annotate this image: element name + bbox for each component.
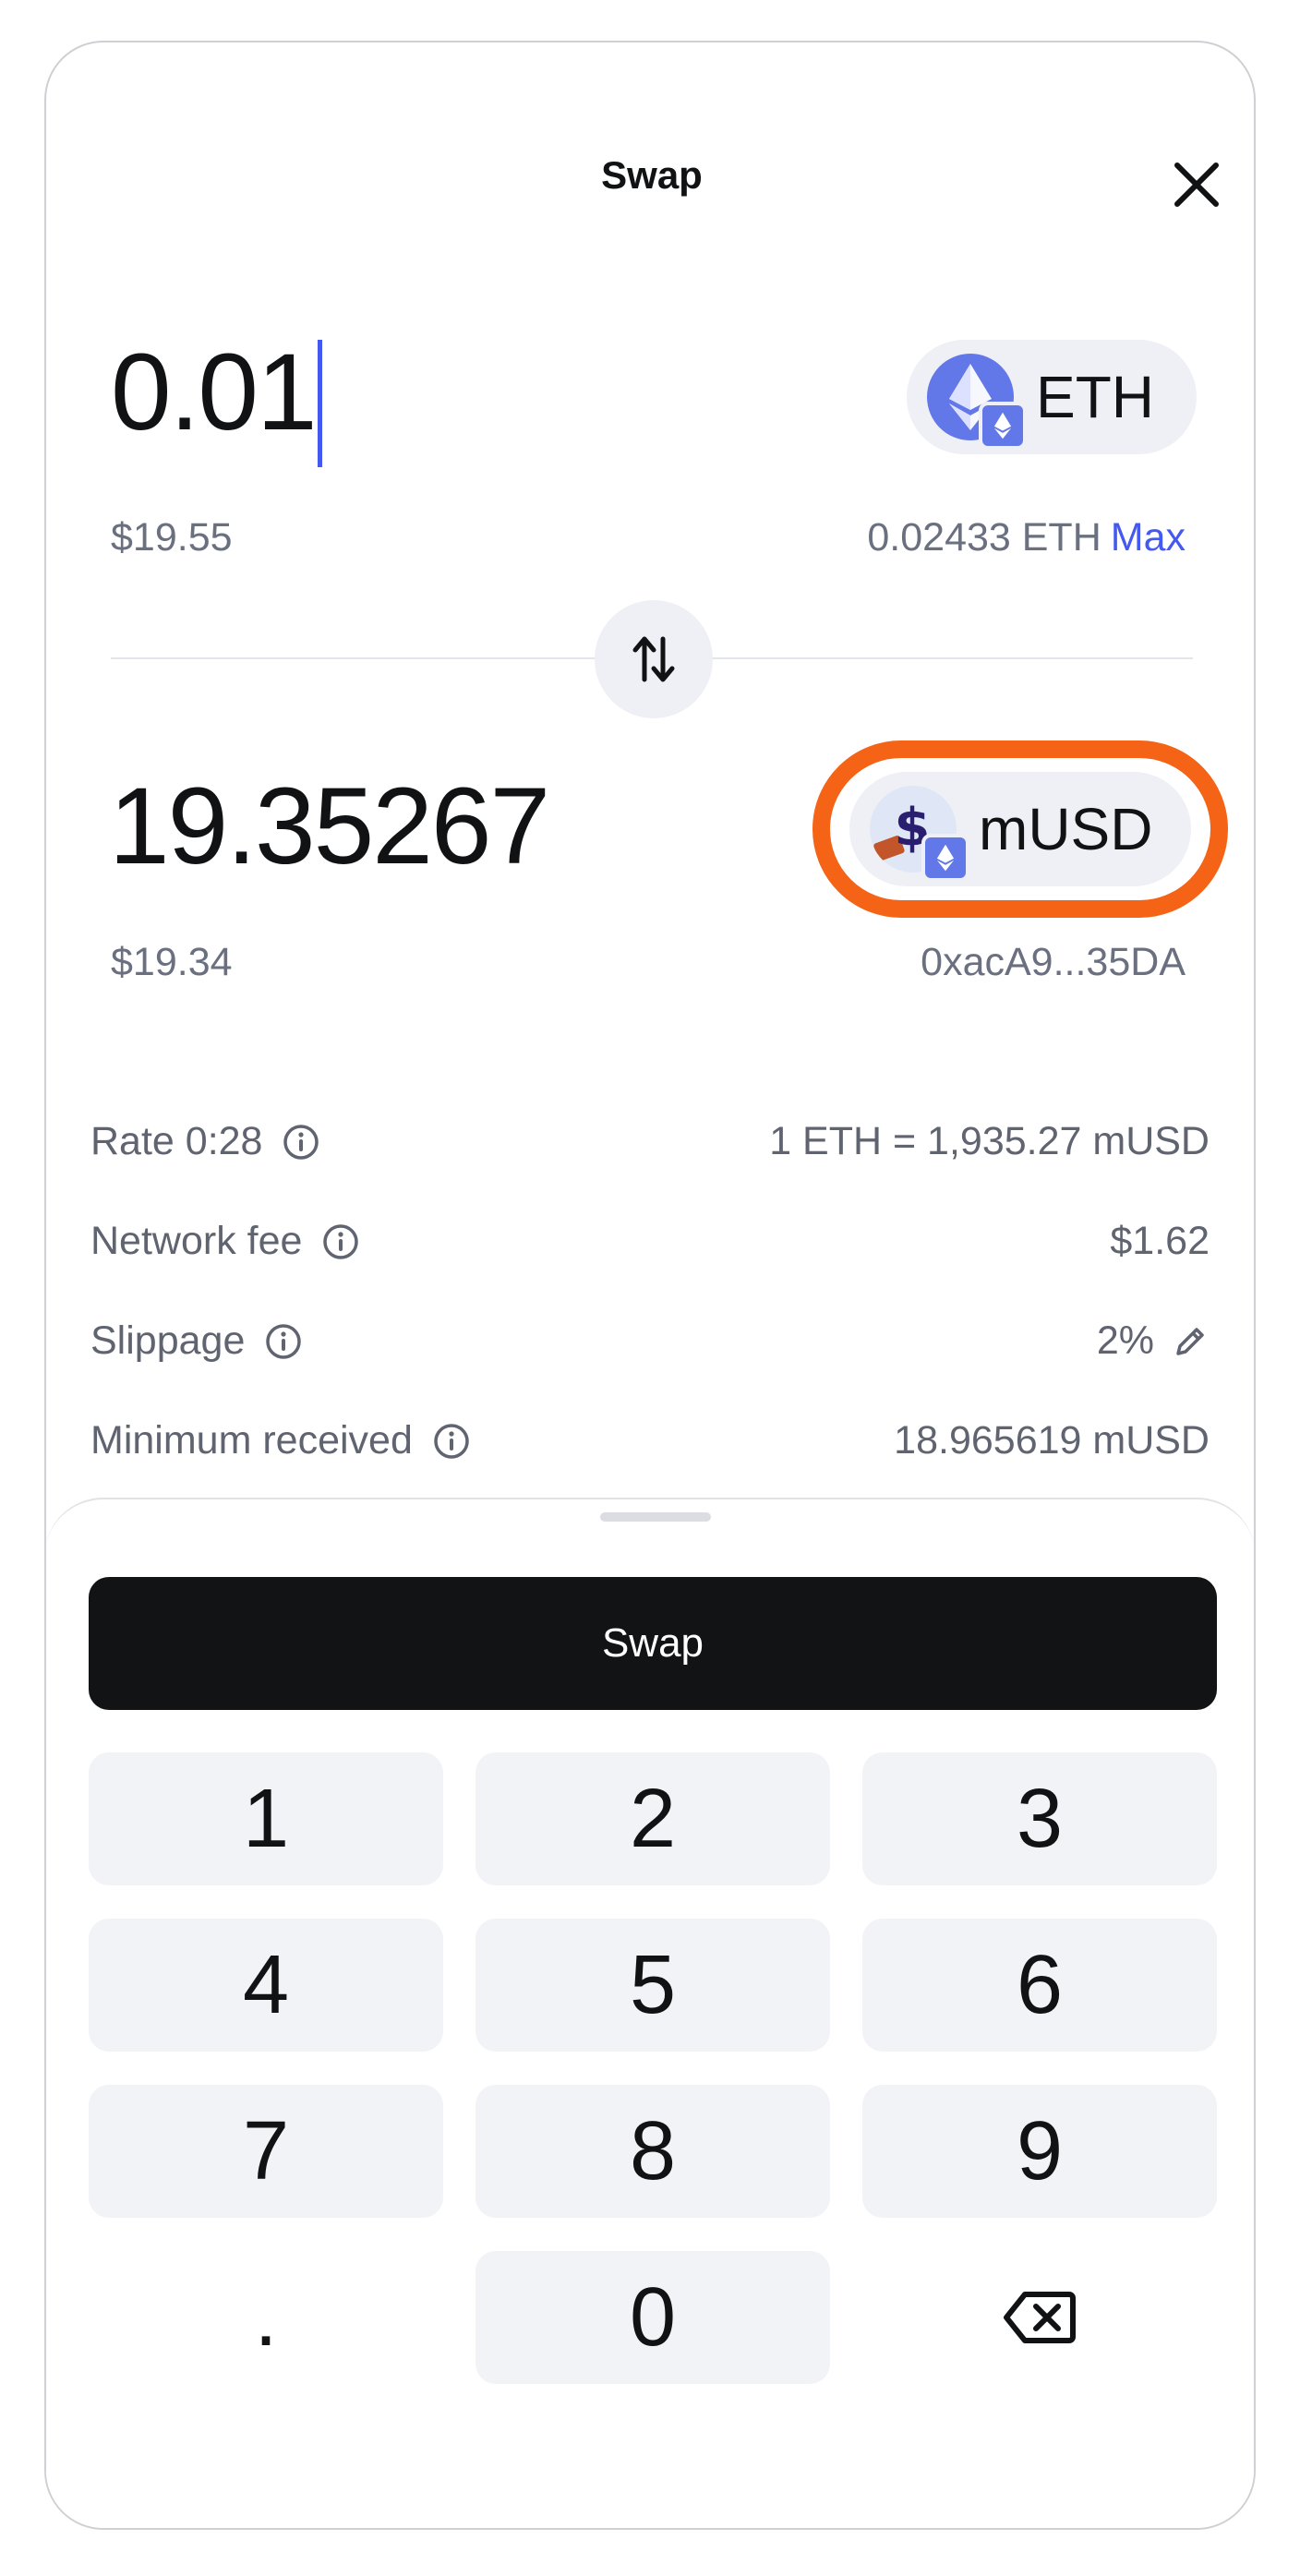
info-icon[interactable] [283,1124,319,1161]
fee-label-row: Network fee [90,1219,359,1264]
key-1[interactable]: 1 [89,1752,443,1885]
swap-button[interactable]: Swap [89,1577,1217,1710]
info-icon[interactable] [433,1423,470,1460]
to-usd-value: $19.34 [111,940,233,984]
key-3[interactable]: 3 [862,1752,1217,1885]
network-badge-icon [921,834,969,882]
swap-arrows-icon[interactable] [632,633,676,685]
key-4[interactable]: 4 [89,1919,443,2052]
backspace-key[interactable] [862,2251,1217,2384]
pencil-icon[interactable] [1171,1322,1210,1361]
rate-label: Rate 0:28 [90,1119,263,1163]
key-0[interactable]: 0 [475,2251,830,2384]
text-caret [318,340,322,467]
rate-value: 1 ETH = 1,935.27 mUSD [769,1119,1210,1163]
key-decimal[interactable]: . [89,2251,443,2384]
flip-tokens-button[interactable] [595,600,713,718]
swap-card: Swap 0.01 $19.55 0.02433 ETH Max ETH 19.… [44,41,1256,2530]
network-fee-value: $1.62 [1110,1219,1210,1263]
sheet-drag-handle[interactable] [600,1512,711,1522]
key-6[interactable]: 6 [862,1919,1217,2052]
key-8[interactable]: 8 [475,2085,830,2218]
min-received-label: Minimum received [90,1418,413,1463]
from-usd-value: $19.55 [111,515,233,560]
network-badge-icon [979,402,1027,450]
from-amount-input[interactable]: 0.01 [111,338,318,447]
to-token-symbol: mUSD [979,796,1153,862]
token-address: 0xacA9...35DA [921,940,1186,984]
slippage-value: 2% [1096,1318,1154,1363]
info-icon[interactable] [265,1323,302,1360]
key-7[interactable]: 7 [89,2085,443,2218]
backspace-icon[interactable] [1003,2289,1077,2346]
from-token-selector[interactable]: ETH [907,340,1197,454]
min-received-label-row: Minimum received [90,1418,470,1463]
slippage-value-row[interactable]: 2% [1097,1318,1210,1364]
close-button[interactable] [1170,158,1223,211]
eth-token-icon [927,354,1027,450]
to-token-highlight: $ mUSD [812,740,1228,918]
to-amount-value: 19.35267 [109,765,550,887]
from-token-symbol: ETH [1036,364,1154,430]
key-9[interactable]: 9 [862,2085,1217,2218]
max-button[interactable]: Max [1111,515,1186,560]
rate-label-row: Rate 0:28 [90,1119,319,1164]
min-received-value: 18.965619 mUSD [894,1418,1210,1463]
slippage-label: Slippage [90,1318,246,1363]
network-fee-label: Network fee [90,1219,303,1263]
key-2[interactable]: 2 [475,1752,830,1885]
balance-value: 0.02433 ETH [867,515,1101,560]
info-icon[interactable] [322,1223,359,1260]
to-token-selector[interactable]: $ mUSD [849,772,1191,886]
page-title: Swap [601,153,703,197]
balance-text: 0.02433 ETH Max [867,515,1186,560]
slippage-label-row: Slippage [90,1318,302,1364]
close-icon[interactable] [1170,158,1223,211]
musd-token-icon: $ [870,786,969,882]
key-5[interactable]: 5 [475,1919,830,2052]
